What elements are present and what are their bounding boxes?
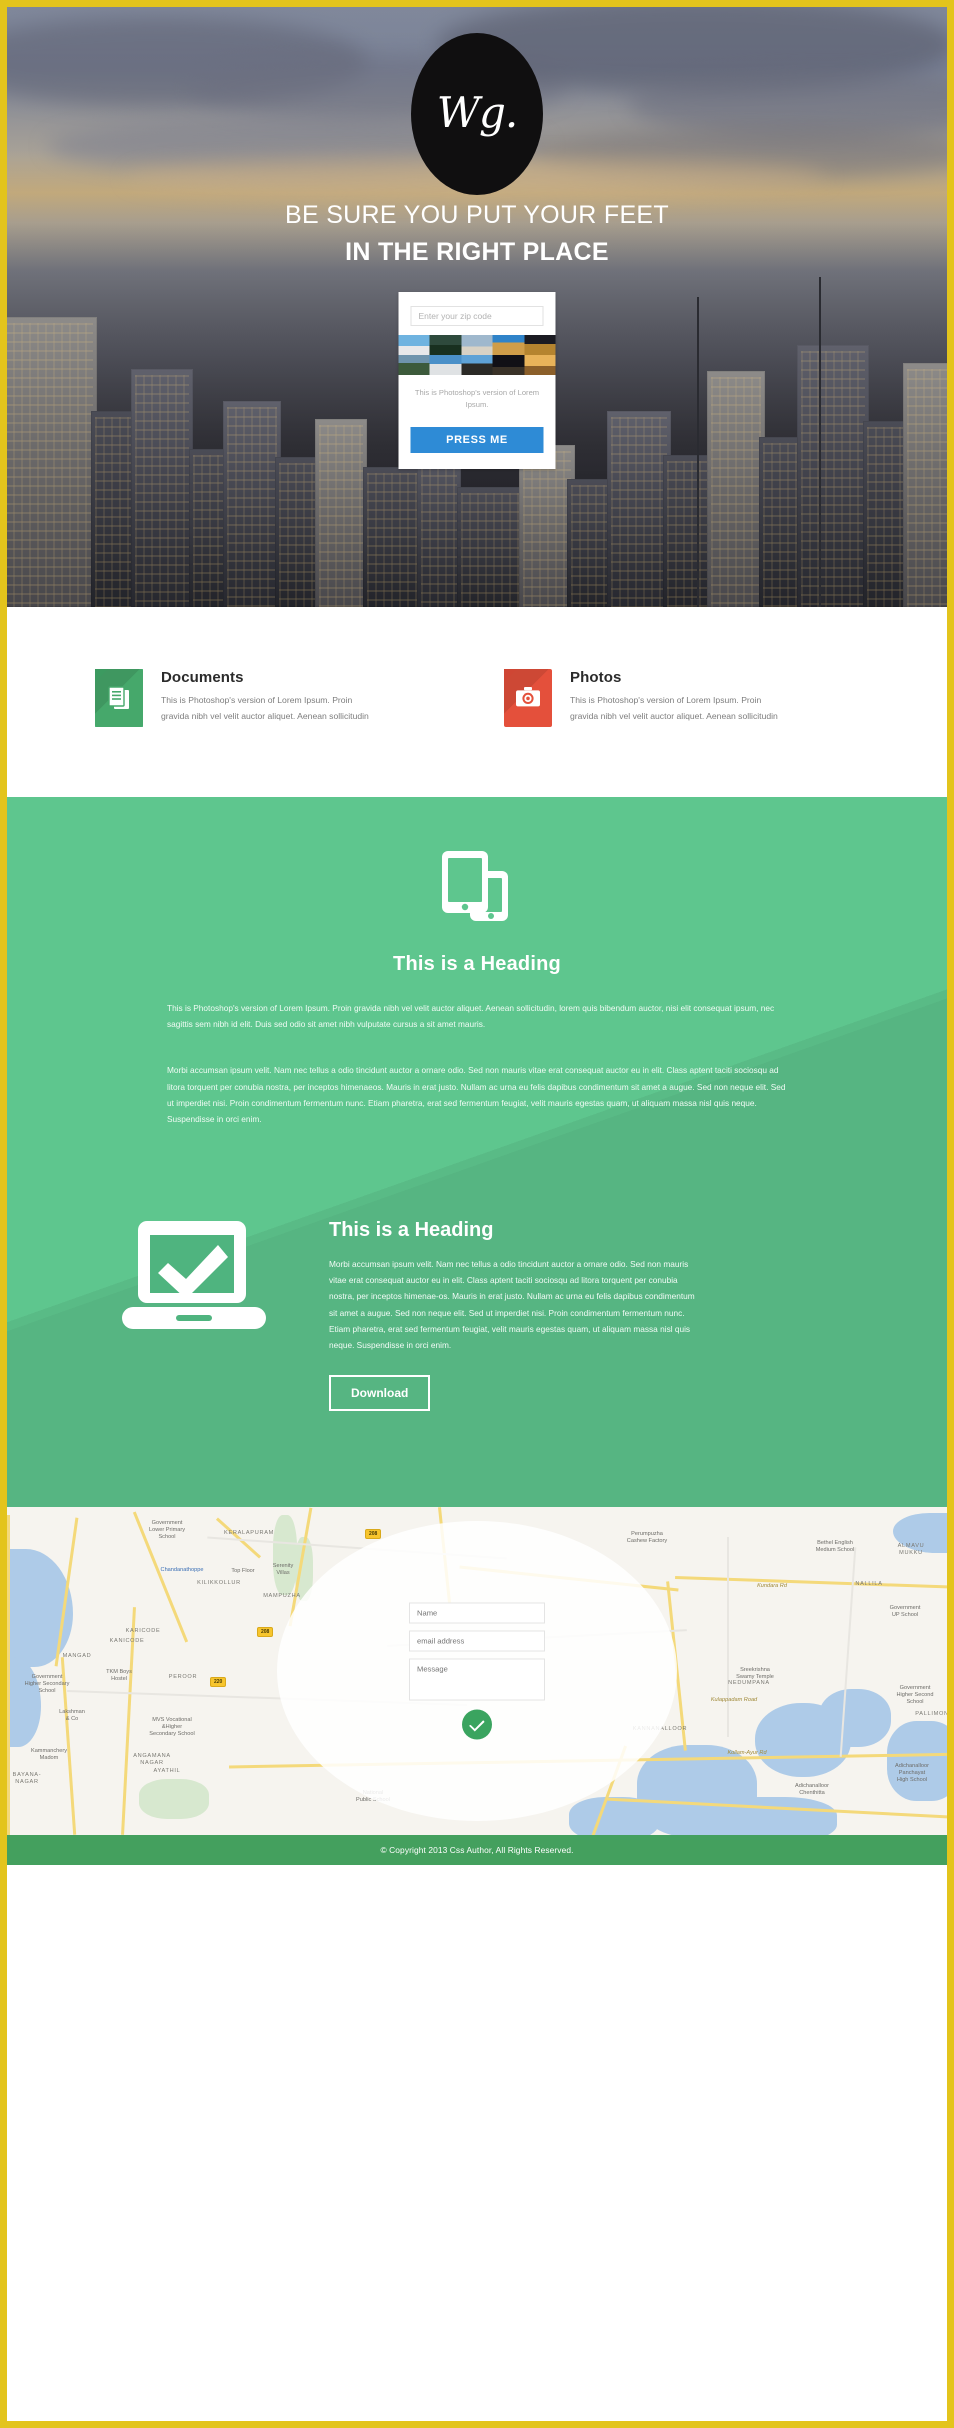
map-label: PEROOR	[168, 1674, 198, 1681]
map-label: Lakshman & Co	[59, 1709, 85, 1723]
map-park	[273, 1515, 297, 1596]
map-water	[707, 1797, 837, 1836]
features-section: Documents This is Photoshop's version of…	[7, 607, 947, 797]
hero-headline-line1: BE SURE YOU PUT YOUR FEET	[285, 201, 669, 229]
map-label: Sreekrishna Swamy Temple	[736, 1667, 774, 1681]
download-button[interactable]: Download	[329, 1375, 431, 1412]
thumbnail-sphinx	[461, 355, 493, 375]
map-label: KARICODE	[125, 1628, 161, 1635]
green-paragraph-2: Morbi accumsan ipsum velit. Nam nec tell…	[167, 1065, 786, 1124]
map-label: Adichanalloor Panchayat High School	[895, 1763, 929, 1784]
map-label: MANGAD	[62, 1653, 92, 1660]
map-label: BAYANA- NAGAR	[12, 1772, 42, 1786]
thumbnail-sacre-coeur	[461, 335, 493, 355]
route-shield: 220	[210, 1677, 227, 1688]
contact-form	[409, 1602, 545, 1740]
map-label: Government Higher Second School	[896, 1685, 934, 1706]
thumbnail-giza-pyramids	[524, 355, 556, 375]
map-label: Government UP School	[889, 1605, 921, 1619]
tablet-phone-icon	[7, 849, 947, 927]
map-label: TKM Boys Hostel	[106, 1669, 132, 1683]
hero-headline-line2: IN THE RIGHT PLACE	[345, 237, 609, 266]
copyright-text: © Copyright 2013 Css Author, All Rights …	[380, 1845, 574, 1856]
feature-photos: Photos This is Photoshop's version of Lo…	[504, 669, 859, 727]
green2-paragraph: Morbi accumsan ipsum velit. Nam nec tell…	[329, 1259, 695, 1350]
thumbnail-taj-mahal	[429, 355, 462, 375]
map-label: ALMAVU MUKKU	[897, 1543, 925, 1557]
map-park	[139, 1779, 209, 1820]
thumbnail-eiffel-tower	[492, 355, 525, 375]
laptop-check-icon	[99, 1219, 289, 1335]
map-label: PALLIMON	[915, 1711, 947, 1718]
feature-title: Photos	[570, 669, 622, 686]
thumbnail-mountain-forest	[429, 335, 462, 355]
map-label: AYATHIL	[153, 1768, 181, 1775]
map-label: Kundara Rd	[757, 1583, 787, 1590]
map-label: Government Higher Secondary School	[24, 1674, 70, 1695]
green-feature-section: This is a Heading This is Photoshop's ve…	[7, 797, 947, 1508]
green2-heading: This is a Heading	[329, 1219, 494, 1242]
green-heading: This is a Heading	[393, 953, 561, 975]
green-paragraph-1: This is Photoshop's version of Lorem Ips…	[167, 1003, 775, 1030]
map-road-minor	[727, 1537, 729, 1738]
documents-icon	[95, 669, 143, 727]
map-label: MVS Vocational &Higher Secondary School	[149, 1717, 195, 1738]
route-shield: 208	[365, 1529, 382, 1540]
feature-body: This is Photoshop's version of Lorem Ips…	[161, 695, 369, 721]
map-label: ANGAMANA NAGAR	[133, 1753, 171, 1767]
map-label: KERALAPURAM	[224, 1530, 274, 1537]
map-label: KILIKKOLLUR	[197, 1580, 241, 1587]
map-road	[7, 1515, 10, 1836]
map-water	[7, 1657, 41, 1748]
map-label: Serenity Villas	[272, 1563, 294, 1577]
feature-title: Documents	[161, 669, 244, 686]
feature-body: This is Photoshop's version of Lorem Ips…	[570, 695, 778, 721]
map-label: Kulappadam Road	[710, 1697, 758, 1704]
thumbnail-leaning-tower-pisa	[398, 355, 430, 375]
green-download-section: This is a Heading Morbi accumsan ipsum v…	[7, 1127, 947, 1507]
landing-page: Wg. BE SURE YOU PUT YOUR FEET IN THE RIG…	[0, 0, 954, 2428]
page-footer: © Copyright 2013 Css Author, All Rights …	[7, 1835, 947, 1866]
brand-logo[interactable]: Wg.	[411, 33, 543, 195]
map-label: Bethel English Medium School	[815, 1540, 855, 1554]
map-label: Adichanalloor Chenthitta	[795, 1783, 829, 1797]
map-label: Government Lower Primary School	[148, 1520, 186, 1541]
feature-documents: Documents This is Photoshop's version of…	[95, 669, 450, 727]
map-label: Kollam-Ayur Rd	[727, 1750, 767, 1757]
thumbnail-colosseum	[492, 335, 525, 355]
signup-card: This is Photoshop's version of Lorem Ips…	[398, 292, 556, 469]
destination-thumbnail-strip	[398, 335, 556, 375]
name-input[interactable]	[409, 1602, 545, 1624]
map-road	[675, 1576, 947, 1590]
hero-headline: BE SURE YOU PUT YOUR FEET IN THE RIGHT P…	[7, 199, 947, 268]
map-label: KANICODE	[109, 1638, 145, 1645]
route-shield: 208	[257, 1627, 274, 1638]
zip-code-input[interactable]	[410, 306, 544, 326]
thumbnail-sydney-opera-house	[398, 335, 430, 355]
photos-icon	[504, 669, 552, 727]
map-water	[887, 1721, 947, 1802]
thumbnail-louvre-pyramid	[524, 335, 556, 355]
map-water	[569, 1797, 659, 1836]
message-textarea[interactable]	[409, 1658, 545, 1701]
email-input[interactable]	[409, 1630, 545, 1652]
signup-card-blurb: This is Photoshop's version of Lorem Ips…	[414, 388, 540, 409]
map-section[interactable]: 208 208 220 Government Lower Primary Schoo…	[7, 1507, 947, 1836]
brand-logo-text: Wg.	[436, 87, 518, 137]
map-label: NALLILA	[855, 1581, 883, 1588]
submit-check-button[interactable]	[462, 1709, 492, 1740]
map-label: NEDUMPANA	[728, 1680, 770, 1687]
map-label: MAMPUZHA	[263, 1593, 301, 1600]
check-circle-icon	[469, 1719, 485, 1732]
map-label: Perumpuzha Cashew Factory	[626, 1531, 668, 1545]
press-me-button[interactable]: PRESS ME	[410, 426, 544, 453]
map-label: Kammanchery Madom	[30, 1748, 68, 1762]
map-water	[819, 1689, 891, 1748]
map-label: Chandanathoppe	[160, 1567, 204, 1574]
map-label: Top Floor	[231, 1568, 255, 1575]
